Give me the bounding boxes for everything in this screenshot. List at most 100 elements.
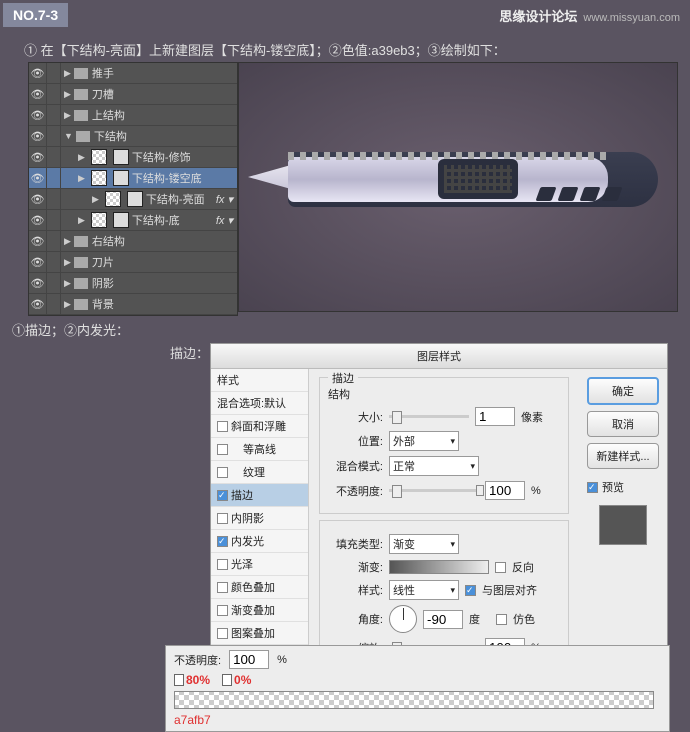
visibility-icon[interactable]: 👁	[29, 294, 47, 314]
stroke-settings: 描边 结构 大小:像素 位置:外部 混合模式:正常 不透明度:% 填充类型:渐变…	[309, 369, 579, 691]
layer-name: 下结构	[94, 128, 127, 144]
layer-row[interactable]: 👁▶上结构	[29, 105, 237, 126]
visibility-icon[interactable]: 👁	[29, 210, 47, 230]
angle-dial[interactable]	[389, 605, 417, 633]
ok-button[interactable]: 确定	[587, 377, 659, 405]
cancel-button[interactable]: 取消	[587, 411, 659, 437]
layer-row[interactable]: 👁▶下结构-亮面fx ▾	[29, 189, 237, 210]
gradient-editor-strip: 不透明度:% 80%0% a7afb7	[165, 645, 670, 732]
instruction-1: ① 在【下结构-亮面】上新建图层【下结构-镂空底】；②色值:a39eb3；③绘制…	[24, 40, 506, 59]
visibility-icon[interactable]: 👁	[29, 273, 47, 293]
style-checkbox[interactable]	[217, 628, 228, 639]
folder-icon	[74, 236, 88, 247]
style-item[interactable]: 描边	[211, 484, 308, 507]
fill-type-select[interactable]: 渐变	[389, 534, 459, 554]
layer-name: 上结构	[92, 107, 125, 123]
style-item[interactable]: 光泽	[211, 553, 308, 576]
style-item[interactable]: 纹理	[211, 461, 308, 484]
layer-row[interactable]: 👁▶下结构-修饰	[29, 147, 237, 168]
opacity-slider[interactable]	[389, 489, 479, 492]
style-item[interactable]: 斜面和浮雕	[211, 415, 308, 438]
gradient-picker[interactable]	[389, 560, 489, 574]
layer-row[interactable]: 👁▶推手	[29, 63, 237, 84]
style-item[interactable]: 混合选项:默认	[211, 392, 308, 415]
style-item[interactable]: 内发光	[211, 530, 308, 553]
style-checkbox[interactable]	[217, 536, 228, 547]
layer-row[interactable]: 👁▶阴影	[29, 273, 237, 294]
opacity-input[interactable]	[485, 481, 525, 500]
layer-name: 刀片	[92, 254, 114, 270]
new-style-button[interactable]: 新建样式...	[587, 443, 659, 469]
style-checkbox[interactable]	[217, 582, 228, 593]
style-item[interactable]: 颜色叠加	[211, 576, 308, 599]
preview-checkbox[interactable]	[587, 482, 598, 493]
visibility-icon[interactable]: 👁	[29, 147, 47, 167]
style-checkbox[interactable]	[217, 421, 228, 432]
style-checkbox[interactable]	[217, 513, 228, 524]
dialog-title: 图层样式	[211, 344, 667, 369]
angle-input[interactable]	[423, 610, 463, 629]
layer-row[interactable]: 👁▶下结构-底fx ▾	[29, 210, 237, 231]
layer-row[interactable]: 👁▶刀槽	[29, 84, 237, 105]
folder-icon	[74, 89, 88, 100]
utility-knife-illustration	[248, 127, 668, 247]
stop-marker-icon	[174, 674, 184, 686]
style-checkbox[interactable]	[217, 467, 228, 478]
visibility-icon[interactable]: 👁	[29, 252, 47, 272]
layer-name: 刀槽	[92, 86, 114, 102]
mask-thumb	[113, 149, 129, 165]
gradient-stop[interactable]: 0%	[222, 673, 251, 687]
style-item[interactable]: 样式	[211, 369, 308, 392]
layer-row[interactable]: 👁▶背景	[29, 294, 237, 315]
folder-icon	[74, 68, 88, 79]
layer-style-dialog: 图层样式 样式混合选项:默认斜面和浮雕等高线纹理描边内阴影内发光光泽颜色叠加渐变…	[210, 343, 668, 692]
visibility-icon[interactable]: 👁	[29, 189, 47, 209]
style-item[interactable]: 渐变叠加	[211, 599, 308, 622]
visibility-icon[interactable]: 👁	[29, 126, 47, 146]
layer-thumb	[91, 149, 107, 165]
size-slider[interactable]	[389, 415, 469, 418]
style-checkbox[interactable]	[217, 559, 228, 570]
style-checkbox[interactable]	[217, 444, 228, 455]
folder-icon	[74, 299, 88, 310]
folder-icon	[76, 131, 90, 142]
mask-thumb	[113, 170, 129, 186]
stroke-label: 描边：	[170, 343, 209, 362]
style-checkbox[interactable]	[217, 605, 228, 616]
style-item[interactable]: 等高线	[211, 438, 308, 461]
style-item[interactable]: 图案叠加	[211, 622, 308, 645]
fx-indicator[interactable]: fx ▾	[216, 193, 233, 206]
strip-opacity-input[interactable]	[229, 650, 269, 669]
canvas-preview	[238, 62, 678, 312]
fx-indicator[interactable]: fx ▾	[216, 214, 233, 227]
layer-row[interactable]: 👁▶下结构-镂空底	[29, 168, 237, 189]
layers-panel: 👁▶推手👁▶刀槽👁▶上结构👁▼下结构👁▶下结构-修饰👁▶下结构-镂空底👁▶下结构…	[28, 62, 238, 316]
layer-name: 下结构-镂空底	[132, 170, 202, 186]
visibility-icon[interactable]: 👁	[29, 63, 47, 83]
layer-row[interactable]: 👁▼下结构	[29, 126, 237, 147]
layer-row[interactable]: 👁▶右结构	[29, 231, 237, 252]
styles-list[interactable]: 样式混合选项:默认斜面和浮雕等高线纹理描边内阴影内发光光泽颜色叠加渐变叠加图案叠…	[211, 369, 309, 691]
gradient-style-select[interactable]: 线性	[389, 580, 459, 600]
gradient-stop[interactable]: 80%	[174, 673, 210, 687]
reverse-checkbox[interactable]	[495, 562, 506, 573]
instruction-2: ①描边；②内发光：	[12, 320, 129, 339]
dither-checkbox[interactable]	[496, 614, 507, 625]
folder-icon	[74, 257, 88, 268]
layer-row[interactable]: 👁▶刀片	[29, 252, 237, 273]
watermark: 思缘设计论坛www.missyuan.com	[499, 6, 680, 25]
layer-thumb	[91, 170, 107, 186]
visibility-icon[interactable]: 👁	[29, 168, 47, 188]
layer-thumb	[105, 191, 121, 207]
style-item[interactable]: 内阴影	[211, 507, 308, 530]
visibility-icon[interactable]: 👁	[29, 105, 47, 125]
visibility-icon[interactable]: 👁	[29, 84, 47, 104]
visibility-icon[interactable]: 👁	[29, 231, 47, 251]
position-select[interactable]: 外部	[389, 431, 459, 451]
stop-marker-icon	[222, 674, 232, 686]
style-checkbox[interactable]	[217, 490, 228, 501]
gradient-bar[interactable]	[174, 691, 654, 709]
blend-mode-select[interactable]: 正常	[389, 456, 479, 476]
size-input[interactable]	[475, 407, 515, 426]
align-checkbox[interactable]	[465, 585, 476, 596]
